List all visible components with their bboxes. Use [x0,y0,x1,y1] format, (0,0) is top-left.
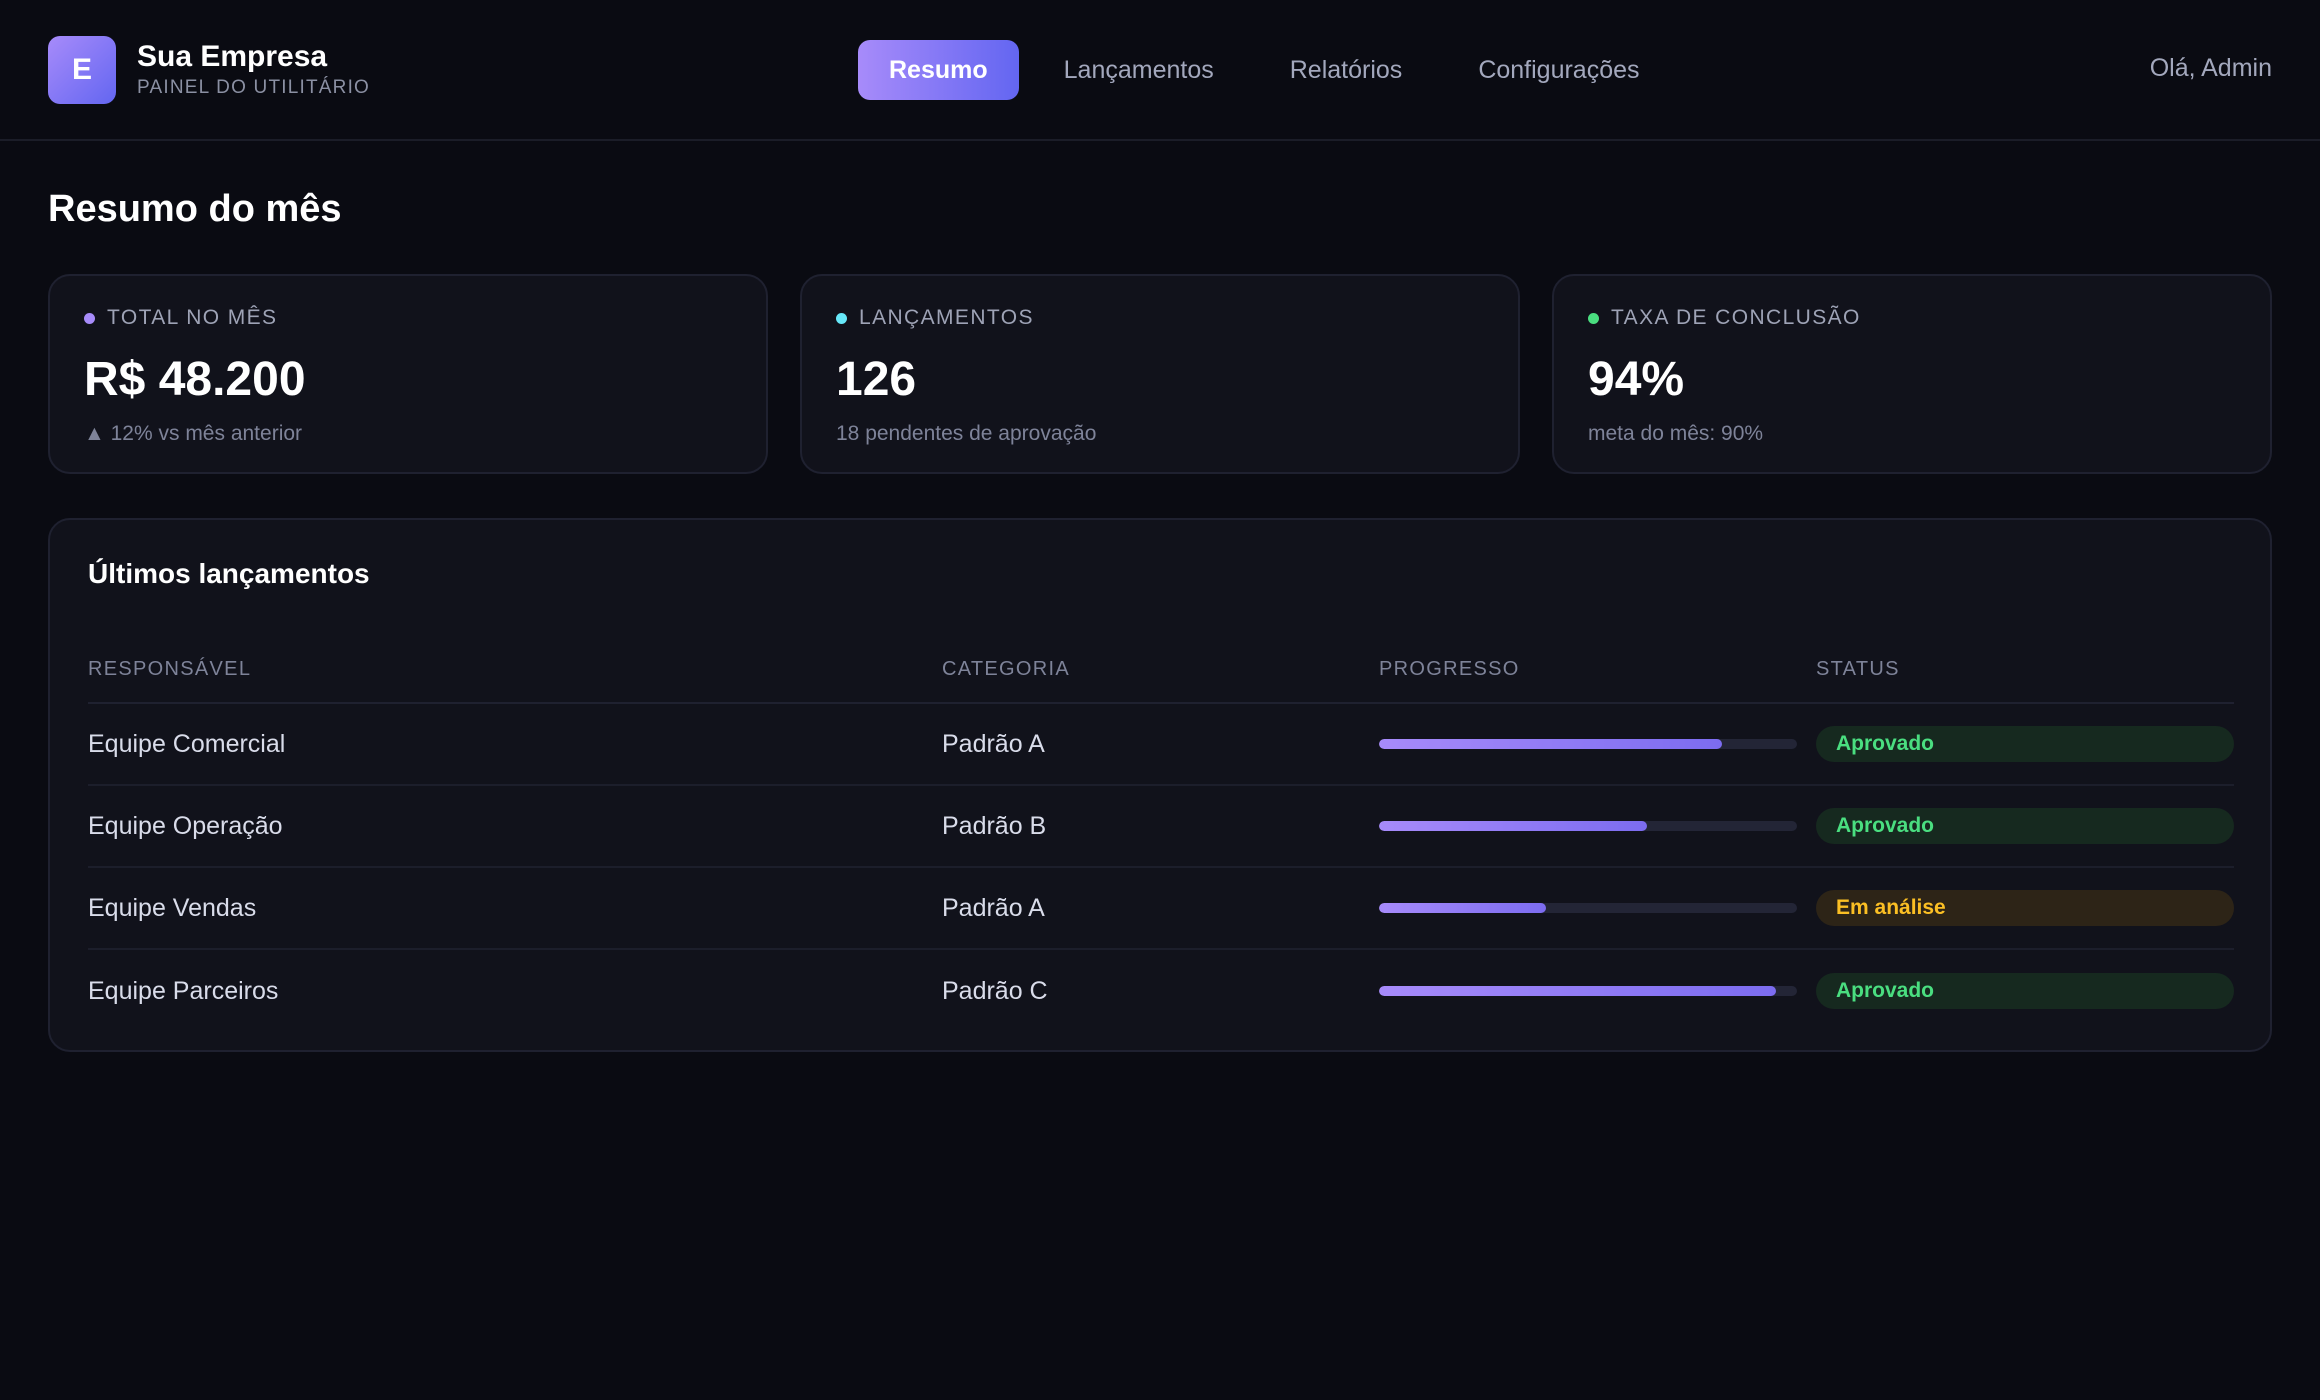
progress-bar-fill [1379,903,1547,913]
progress-bar-fill [1379,986,1777,996]
column-header-responsavel[interactable]: RESPONSÁVEL [88,658,942,681]
brand-subtitle: PAINEL DO UTILITÁRIO [137,77,371,98]
column-header-progresso[interactable]: PROGRESSO [1379,658,1816,681]
summary-cards: TOTAL NO MÊS R$ 48.200 ▲ 12% vs mês ante… [48,274,2272,474]
cell-progress [1379,986,1816,996]
card-value: R$ 48.200 [84,353,306,406]
cell-responsavel: Equipe Parceiros [88,976,279,1005]
status-badge: Aprovado [1816,808,2234,844]
status-dot-icon [84,312,95,324]
card-label-text: LANÇAMENTOS [859,306,1034,329]
cell-categoria: Padrão C [942,976,1048,1005]
status-badge: Em análise [1816,890,2234,926]
cell-responsavel: Equipe Vendas [88,893,257,922]
cell-status: Aprovado [1816,726,2234,762]
cell-categoria: Padrão B [942,811,1047,840]
table-row[interactable]: Equipe Vendas Padrão A Em análise [88,868,2234,950]
cell-categoria: Padrão A [942,893,1045,922]
card-note: meta do mês: 90% [1588,422,1764,445]
card-label: TOTAL NO MÊS [84,306,732,330]
status-dot-icon [836,312,847,324]
nav-tab-lancamentos[interactable]: Lançamentos [1033,40,1245,100]
page-title: Resumo do mês [48,188,342,230]
cell-responsavel: Equipe Comercial [88,729,286,758]
user-greeting[interactable]: Olá, Admin [2150,54,2272,83]
card-label: LANÇAMENTOS [836,306,1484,330]
brand-text: Sua Empresa PAINEL DO UTILITÁRIO [137,40,370,100]
table-header: RESPONSÁVEL CATEGORIA PROGRESSO STATUS [88,636,2234,704]
status-badge: Aprovado [1816,973,2234,1009]
card-lancamentos: LANÇAMENTOS 126 18 pendentes de aprovaçã… [800,274,1520,474]
card-value: 126 [836,353,917,406]
cell-progress [1379,739,1816,749]
nav-tab-relatorios[interactable]: Relatórios [1259,40,1434,100]
cell-status: Aprovado [1816,808,2234,844]
top-header: E Sua Empresa PAINEL DO UTILITÁRIO Resum… [0,0,2320,141]
table-row[interactable]: Equipe Parceiros Padrão C Aprovado [88,950,2234,1032]
cell-progress [1379,821,1816,831]
table-row[interactable]: Equipe Operação Padrão B Aprovado [88,786,2234,868]
main-nav: Resumo Lançamentos Relatórios Configuraç… [858,40,1685,100]
cell-responsavel: Equipe Operação [88,811,283,840]
status-badge: Aprovado [1816,726,2234,762]
card-note: 18 pendentes de aprovação [836,422,1097,445]
nav-tab-resumo[interactable]: Resumo [858,40,1019,100]
cell-categoria: Padrão A [942,729,1045,758]
progress-bar-fill [1379,739,1722,749]
brand[interactable]: E Sua Empresa PAINEL DO UTILITÁRIO [48,36,370,104]
card-label-text: TOTAL NO MÊS [107,306,278,329]
progress-bar [1379,903,1797,913]
card-label: TAXA DE CONCLUSÃO [1588,306,2236,330]
card-label-text: TAXA DE CONCLUSÃO [1611,306,1861,329]
card-taxa-conclusao: TAXA DE CONCLUSÃO 94% meta do mês: 90% [1552,274,2272,474]
column-header-categoria[interactable]: CATEGORIA [942,658,1379,681]
progress-bar [1379,986,1797,996]
recent-entries-panel: Últimos lançamentos RESPONSÁVEL CATEGORI… [48,518,2272,1052]
cell-progress [1379,903,1816,913]
card-note: ▲ 12% vs mês anterior [84,422,303,445]
logo-icon: E [48,36,116,104]
cell-status: Aprovado [1816,973,2234,1009]
entries-table: RESPONSÁVEL CATEGORIA PROGRESSO STATUS E… [88,636,2234,1032]
status-dot-icon [1588,312,1599,324]
progress-bar [1379,821,1797,831]
card-total: TOTAL NO MÊS R$ 48.200 ▲ 12% vs mês ante… [48,274,768,474]
progress-bar-fill [1379,821,1647,831]
cell-status: Em análise [1816,890,2234,926]
nav-tab-configuracoes[interactable]: Configurações [1447,40,1670,100]
column-header-status[interactable]: STATUS [1816,658,2234,681]
table-row[interactable]: Equipe Comercial Padrão A Aprovado [88,704,2234,786]
progress-bar [1379,739,1797,749]
card-value: 94% [1588,353,1685,406]
panel-title: Últimos lançamentos [88,558,370,589]
brand-name: Sua Empresa [137,40,328,73]
